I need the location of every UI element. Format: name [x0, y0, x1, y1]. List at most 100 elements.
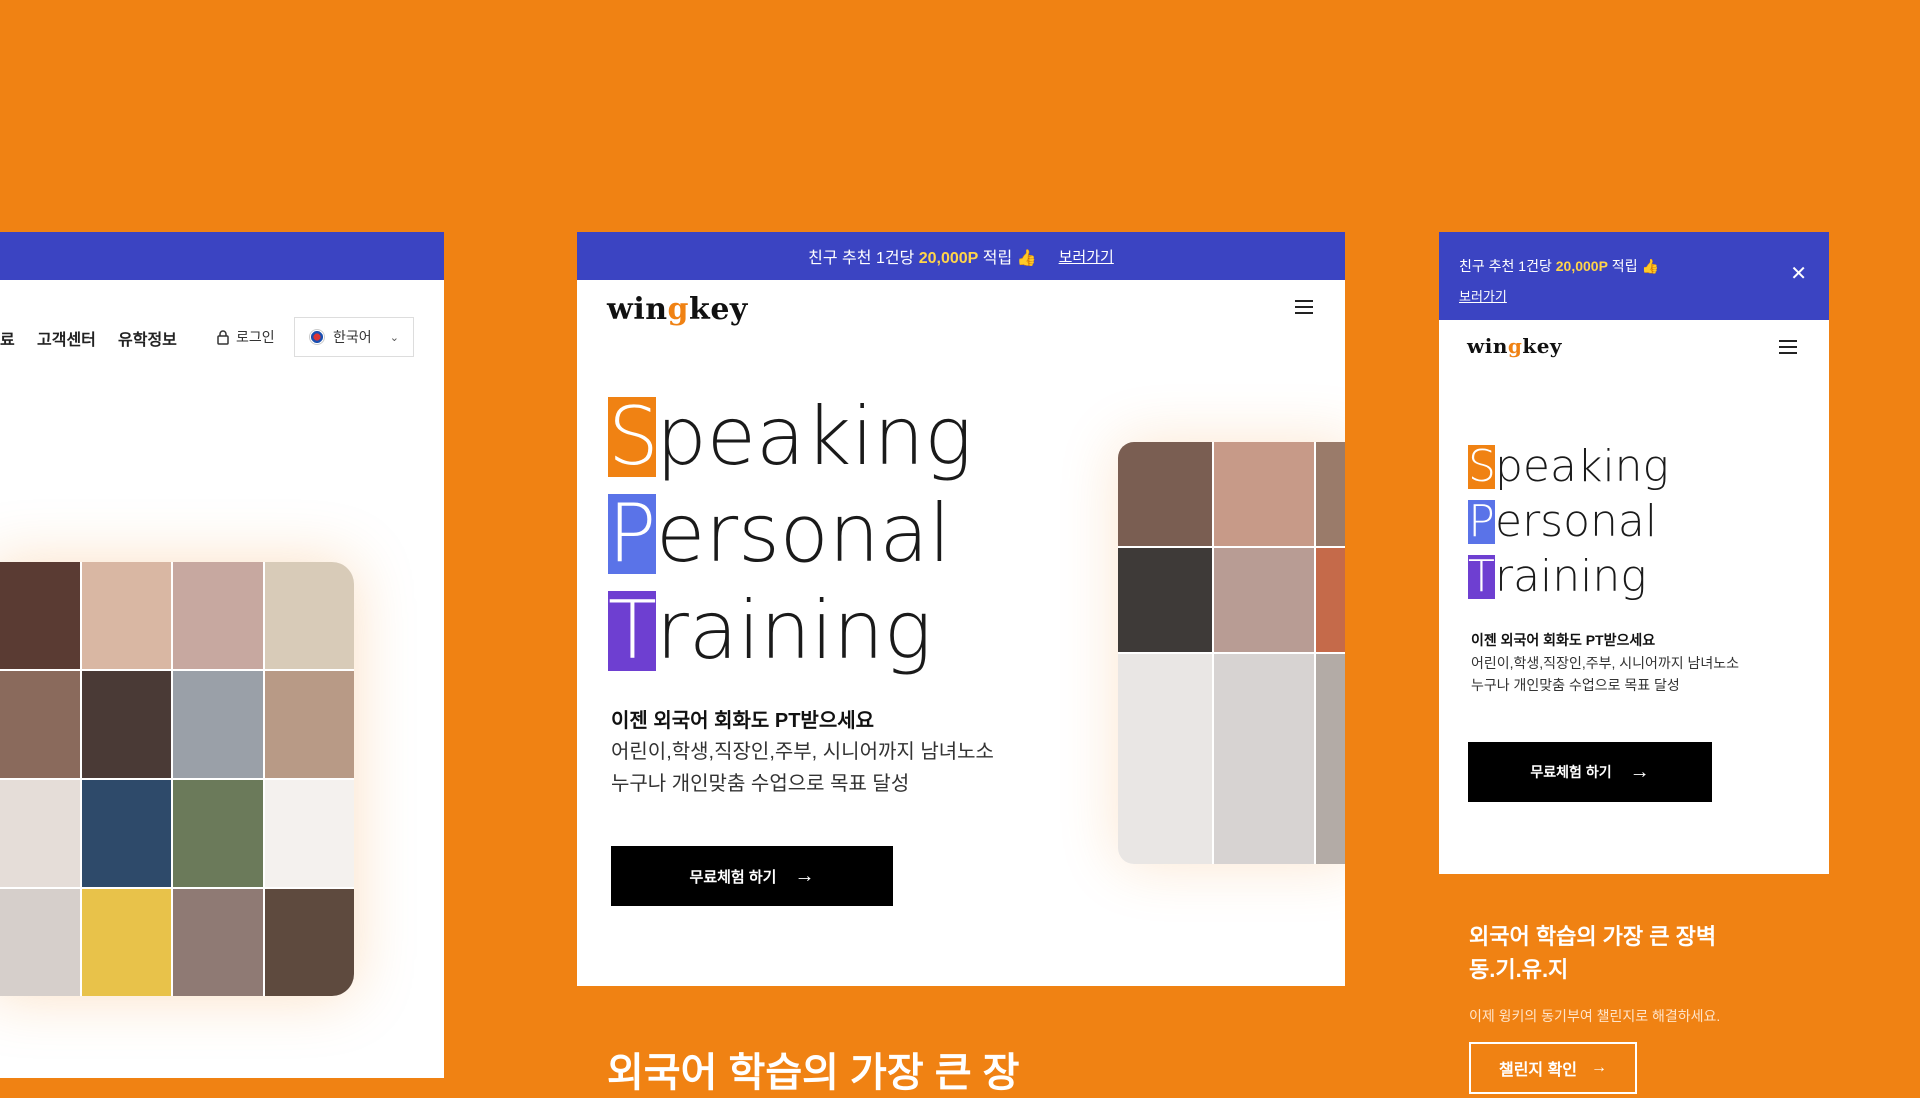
promo-text: 친구 추천 1건당 20,000P 적립 👍 — [1459, 256, 1659, 276]
tutor-photo — [0, 671, 80, 778]
arrow-right-icon: → — [1629, 760, 1650, 783]
tutor-photo — [81, 780, 171, 887]
promo-text-before: 친구 추천 1건당 — [1459, 258, 1556, 274]
tutor-photo — [1214, 654, 1314, 864]
language-label: 한국어 — [333, 329, 372, 345]
free-trial-label: 무료체험 하기 — [1530, 764, 1612, 780]
arrow-right-icon: → — [794, 864, 815, 887]
logo-part: key — [1522, 334, 1563, 358]
section-title-partial: 외국어 학습의 가장 큰 장 — [607, 1051, 1020, 1095]
promo-link[interactable]: 보러가기 — [1459, 286, 1507, 305]
challenge-label: 챌린지 확인 — [1498, 1062, 1578, 1079]
tutor-photo — [1316, 548, 1345, 652]
nav-item-study-abroad[interactable]: 유학정보 — [118, 326, 177, 350]
tutor-photo-grid — [1118, 442, 1345, 864]
tutor-photo — [1118, 442, 1212, 546]
hero-line-personal: Personal — [1468, 500, 1657, 544]
logo-part: key — [689, 292, 748, 327]
tutor-photo — [173, 562, 263, 669]
hero-description-line: 누구나 개인맞춤 수업으로 목표 달성 — [1471, 677, 1680, 694]
korea-flag-icon — [309, 329, 325, 345]
hero-cap-p: P — [1468, 496, 1495, 547]
tutor-photo — [1214, 442, 1314, 546]
hero-cap-s: S — [1468, 441, 1496, 492]
tutor-photo — [81, 889, 171, 996]
hero-word: raining — [1495, 551, 1647, 602]
hero-word: raining — [656, 584, 932, 677]
lock-icon — [217, 330, 229, 345]
hero-word: ersonal — [1495, 496, 1658, 547]
logo-part: win — [1467, 334, 1508, 358]
hero-word: ersonal — [656, 487, 951, 580]
promo-banner: 친구 추천 1건당 20,000P 적립 👍 보러가기 ✕ — [1439, 232, 1829, 320]
motivation-title: 외국어 학습의 가장 큰 장벽 동.기.유.지 — [1469, 920, 1716, 986]
free-trial-button[interactable]: 무료체험 하기 → — [611, 846, 893, 906]
mobile-preview-panel: 친구 추천 1건당 20,000P 적립 👍 보러가기 ✕ wingkey Sp… — [1439, 232, 1829, 874]
challenge-button[interactable]: 챌린지 확인 → — [1469, 1042, 1637, 1094]
login-button[interactable]: 로그인 — [216, 327, 275, 347]
desktop-preview-panel: 료 고객센터 유학정보 로그인 한국어 ⌄ — [0, 232, 444, 1078]
hero-cap-t: T — [608, 584, 657, 677]
tutor-photo-grid — [0, 562, 354, 996]
hero-cap-s: S — [608, 390, 659, 483]
motivation-title-line: 동.기.유.지 — [1469, 957, 1569, 982]
tutor-photo — [173, 671, 263, 778]
wingkey-logo[interactable]: wingkey — [607, 292, 748, 327]
tutor-photo — [264, 562, 354, 669]
promo-banner: 친구 추천 1건당 20,000P 적립 👍 보러가기 — [577, 232, 1345, 280]
tutor-photo — [0, 889, 80, 996]
promo-link[interactable]: 보러가기 — [1059, 246, 1114, 267]
hero-description: 어린이,학생,직장인,주부, 시니어까지 남녀노소 누구나 개인맞춤 수업으로 … — [1471, 652, 1739, 697]
logo-part: g — [667, 292, 690, 327]
chevron-down-icon: ⌄ — [389, 331, 399, 344]
wingkey-logo[interactable]: wingkey — [1467, 334, 1562, 358]
tutor-photo — [173, 780, 263, 887]
hero-description: 어린이,학생,직장인,주부, 시니어까지 남녀노소 누구나 개인맞춤 수업으로 … — [611, 736, 994, 800]
promo-banner — [0, 232, 444, 280]
hero-word: peaking — [656, 390, 973, 483]
close-icon[interactable]: ✕ — [1790, 264, 1807, 284]
tutor-photo — [264, 671, 354, 778]
tutor-photo — [81, 562, 171, 669]
hero-cap-p: P — [608, 487, 657, 580]
arrow-right-icon: → — [1591, 1059, 1608, 1076]
language-select[interactable]: 한국어 ⌄ — [294, 317, 414, 357]
tutor-photo — [1118, 548, 1212, 652]
tutor-photo — [0, 780, 80, 887]
hero-line-speaking: Speaking — [1468, 445, 1669, 489]
logo-part: win — [607, 292, 668, 327]
free-trial-label: 무료체험 하기 — [689, 868, 777, 886]
hero-line-training: Training — [1468, 555, 1647, 599]
menu-icon[interactable] — [1295, 300, 1313, 314]
promo-amount: 20,000P — [1555, 258, 1608, 274]
tutor-photo — [1118, 654, 1212, 864]
tutor-photo — [264, 780, 354, 887]
menu-icon[interactable] — [1779, 340, 1797, 354]
tutor-photo — [1214, 548, 1314, 652]
nav-item-customer-center[interactable]: 고객센터 — [37, 326, 96, 350]
hero-line-personal: Personal — [608, 494, 951, 574]
logo-part: g — [1507, 334, 1523, 358]
hero-cap-t: T — [1468, 551, 1495, 602]
tutor-photo — [81, 671, 171, 778]
hero-word: peaking — [1495, 441, 1669, 492]
hero-subtitle: 이젠 외국어 회화도 PT받으세요 — [611, 710, 875, 732]
tutor-photo — [0, 562, 80, 669]
hero-subtitle: 이젠 외국어 회화도 PT받으세요 — [1471, 632, 1656, 648]
hero-line-speaking: Speaking — [608, 397, 972, 477]
motivation-title-line: 외국어 학습의 가장 큰 장벽 — [1469, 924, 1717, 949]
promo-text-before: 친구 추천 1건당 — [808, 250, 919, 267]
nav-item-partial[interactable]: 료 — [0, 326, 15, 350]
login-label: 로그인 — [236, 329, 275, 345]
promo-amount: 20,000P — [918, 250, 979, 267]
motivation-subtitle: 이제 윙키의 동기부여 챌린지로 해결하세요. — [1469, 1008, 1721, 1024]
tutor-photo — [264, 889, 354, 996]
hero-description-line: 어린이,학생,직장인,주부, 시니어까지 남녀노소 — [611, 741, 994, 763]
hero-description-line: 누구나 개인맞춤 수업으로 목표 달성 — [611, 773, 910, 795]
tutor-photo — [1316, 442, 1345, 546]
promo-text-after: 적립 👍 — [1607, 258, 1659, 274]
tutor-photo — [173, 889, 263, 996]
tutor-photo — [1316, 654, 1345, 864]
free-trial-button[interactable]: 무료체험 하기 → — [1468, 742, 1712, 802]
promo-text-after: 적립 👍 — [978, 250, 1037, 267]
